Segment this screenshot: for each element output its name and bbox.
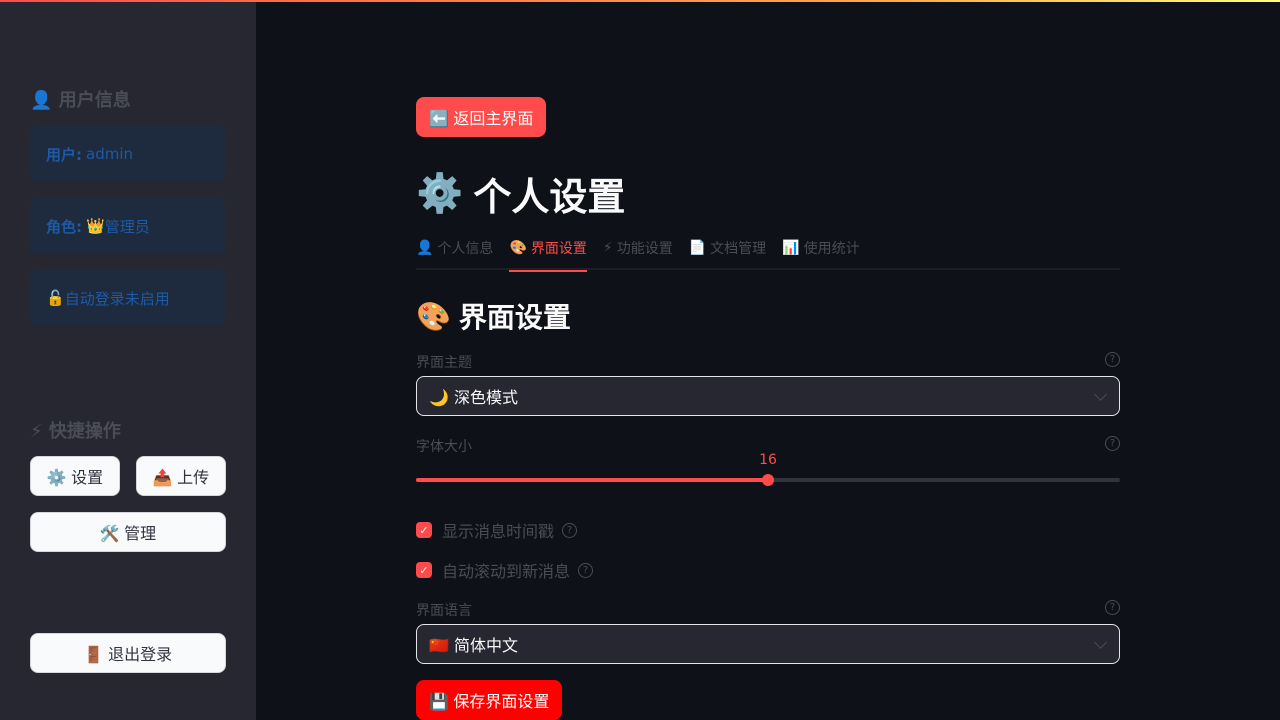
chevron-down-icon [1094, 388, 1107, 401]
crown-icon: 👑 [86, 217, 105, 235]
help-icon[interactable]: ? [1105, 600, 1120, 615]
bar-chart-icon: 📊 [782, 240, 800, 256]
unlock-icon: 🔓 [46, 289, 65, 307]
help-icon[interactable]: ? [562, 522, 578, 538]
slider-fill [416, 478, 768, 482]
settings-button[interactable]: ⚙️ 设置 [30, 456, 120, 496]
main-content: ⬅️ 返回主界面 ⚙️ 个人设置 👤 个人信息 🎨 界面设置 ⚡ 功能设置 📄 … [256, 0, 1280, 720]
palette-icon: 🎨 [509, 240, 527, 256]
quick-actions-heading: ⚡ 快捷操作 [30, 421, 121, 442]
page-title: ⚙️ 个人设置 [416, 171, 626, 219]
checkbox-checked[interactable]: ✓ [416, 522, 432, 538]
slider-thumb[interactable] [762, 474, 774, 486]
theme-select[interactable]: 🌙 深色模式 [416, 376, 1120, 416]
font-size-slider[interactable]: 16 [416, 452, 1120, 486]
user-icon: 👤 [416, 240, 434, 256]
role-info-box: 角色: 👑 管理员 [30, 198, 226, 254]
section-title: 🎨 界面设置 [416, 299, 571, 335]
tab-statistics[interactable]: 📊 使用统计 [782, 230, 859, 270]
help-icon[interactable]: ? [1105, 436, 1120, 451]
tab-profile[interactable]: 👤 个人信息 [416, 230, 493, 270]
lightning-icon: ⚡ [30, 421, 43, 442]
language-label: 界面语言 [416, 603, 472, 619]
palette-icon: 🎨 [416, 299, 451, 333]
user-info-box: 用户: admin [30, 126, 226, 182]
timestamp-checkbox-row[interactable]: ✓ 显示消息时间戳 ? [416, 518, 578, 542]
chevron-down-icon [1094, 636, 1107, 649]
upload-button[interactable]: 📤 上传 [136, 456, 226, 496]
autoscroll-checkbox-row[interactable]: ✓ 自动滚动到新消息 ? [416, 558, 594, 582]
settings-tabs: 👤 个人信息 🎨 界面设置 ⚡ 功能设置 📄 文档管理 📊 使用统计 [416, 230, 1120, 272]
top-decoration-bar [0, 0, 1280, 2]
user-icon: 👤 [30, 90, 53, 111]
help-icon[interactable]: ? [578, 562, 594, 578]
font-size-label: 字体大小 [416, 439, 472, 455]
tab-features[interactable]: ⚡ 功能设置 [603, 230, 673, 270]
theme-label: 界面主题 [416, 355, 472, 371]
document-icon: 📄 [688, 240, 707, 256]
lightning-icon: ⚡ [602, 240, 613, 256]
slider-value: 16 [759, 452, 777, 468]
back-to-main-button[interactable]: ⬅️ 返回主界面 [416, 97, 547, 137]
checkbox-checked[interactable]: ✓ [416, 562, 432, 578]
logout-button[interactable]: 🚪 退出登录 [30, 633, 226, 673]
tab-documents[interactable]: 📄 文档管理 [689, 230, 766, 270]
language-select[interactable]: 🇨🇳 简体中文 [416, 624, 1120, 664]
manage-button[interactable]: 🛠️ 管理 [30, 512, 226, 552]
autologin-status-box: 🔓 自动登录未启用 [30, 270, 226, 326]
sidebar: 👤 用户信息 用户: admin 角色: 👑 管理员 🔓 自动登录未启用 ⚡ 快… [0, 0, 256, 720]
gear-icon: ⚙️ [416, 171, 464, 215]
tab-interface[interactable]: 🎨 界面设置 [509, 230, 588, 272]
help-icon[interactable]: ? [1105, 352, 1120, 367]
save-interface-settings-button[interactable]: 💾 保存界面设置 [416, 680, 563, 720]
user-info-heading: 👤 用户信息 [30, 90, 131, 111]
